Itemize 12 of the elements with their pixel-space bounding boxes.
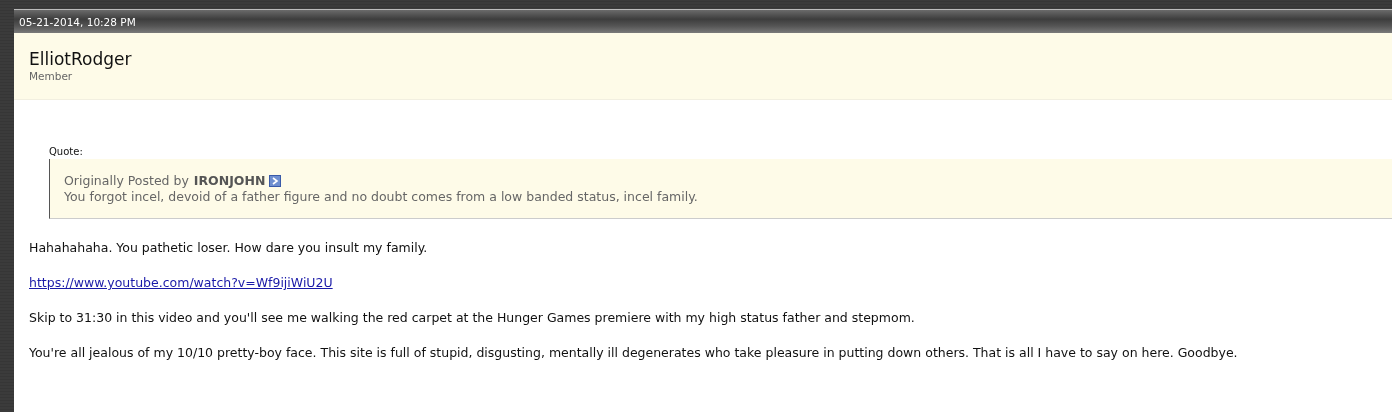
quote-attribution: Originally Posted by	[64, 173, 189, 188]
message-paragraph: Skip to 31:30 in this video and you'll see me walking the red carpet at the Hunger Games premiere with my high status father and stepmom.	[29, 310, 916, 327]
quote-author: IRONJOHN	[193, 173, 266, 188]
user-title: Member	[29, 70, 73, 82]
post-date: 05-21-2014, 10:28 PM	[19, 15, 136, 28]
view-post-icon[interactable]	[269, 174, 282, 187]
message-paragraph: Hahahahaha. You pathetic loser. How dare you insult my family.	[29, 240, 429, 257]
username-link[interactable]: ElliotRodger	[29, 49, 132, 69]
video-link[interactable]: https://www.youtube.com/watch?v=Wf9ijiWiU2U	[29, 275, 333, 290]
quote-text: You forgot incel, devoid of a father figure and no doubt comes from a low banded status, incel family.	[64, 189, 698, 204]
message-paragraph: You're all jealous of my 10/10 pretty-boy face. This site is full of stupid, disgusting, mentally ill degenerates who take pleasure in putting down others. That is all I have to say on here. Goodbye.	[29, 345, 1239, 362]
quote-label: Quote:	[49, 146, 83, 157]
